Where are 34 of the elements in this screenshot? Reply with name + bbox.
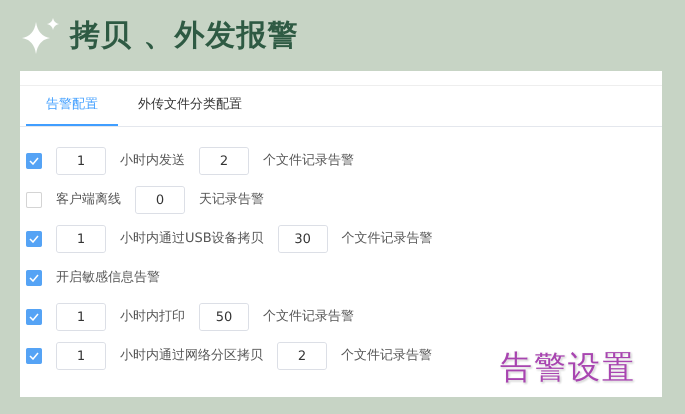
checkbox[interactable] — [26, 348, 42, 364]
row-label: 个文件记录告警 — [263, 152, 354, 170]
row-label: 小时内打印 — [120, 308, 185, 326]
number-field[interactable]: 1 — [56, 342, 106, 370]
number-field[interactable]: 30 — [278, 225, 328, 253]
row-label: 小时内通过USB设备拷贝 — [120, 230, 264, 248]
checkmark-icon — [29, 352, 39, 360]
row-label: 开启敏感信息告警 — [56, 269, 160, 288]
row-label: 小时内通过网络分区拷贝 — [120, 347, 263, 366]
row-label: 小时内发送 — [120, 152, 185, 170]
checkmark-icon — [29, 274, 39, 282]
number-field[interactable]: 1 — [56, 303, 106, 331]
row-label: 天记录告警 — [199, 191, 264, 210]
checkmark-icon — [29, 157, 39, 165]
number-field[interactable]: 0 — [135, 186, 185, 214]
number-field[interactable]: 1 — [56, 147, 106, 175]
checkbox[interactable] — [26, 270, 42, 286]
tab[interactable]: 外传文件分类配置 — [118, 86, 262, 126]
number-field[interactable]: 2 — [199, 147, 249, 175]
row-label: 个文件记录告警 — [342, 230, 433, 248]
row-label: 客户端离线 — [56, 191, 121, 210]
checkbox[interactable] — [26, 231, 42, 247]
number-field[interactable]: 2 — [277, 342, 327, 370]
checkmark-icon — [29, 235, 39, 243]
checkmark-icon — [29, 313, 39, 321]
checkbox[interactable] — [26, 153, 42, 169]
caption-text: 告警设置 — [500, 347, 636, 388]
number-field[interactable]: 50 — [199, 303, 249, 331]
row-label: 个文件记录告警 — [263, 308, 354, 326]
row-label: 个文件记录告警 — [341, 347, 432, 366]
checkbox[interactable] — [26, 192, 42, 208]
checkbox[interactable] — [26, 309, 42, 325]
page-title: 拷贝 、外发报警 — [70, 17, 298, 55]
number-field[interactable]: 1 — [56, 225, 106, 253]
